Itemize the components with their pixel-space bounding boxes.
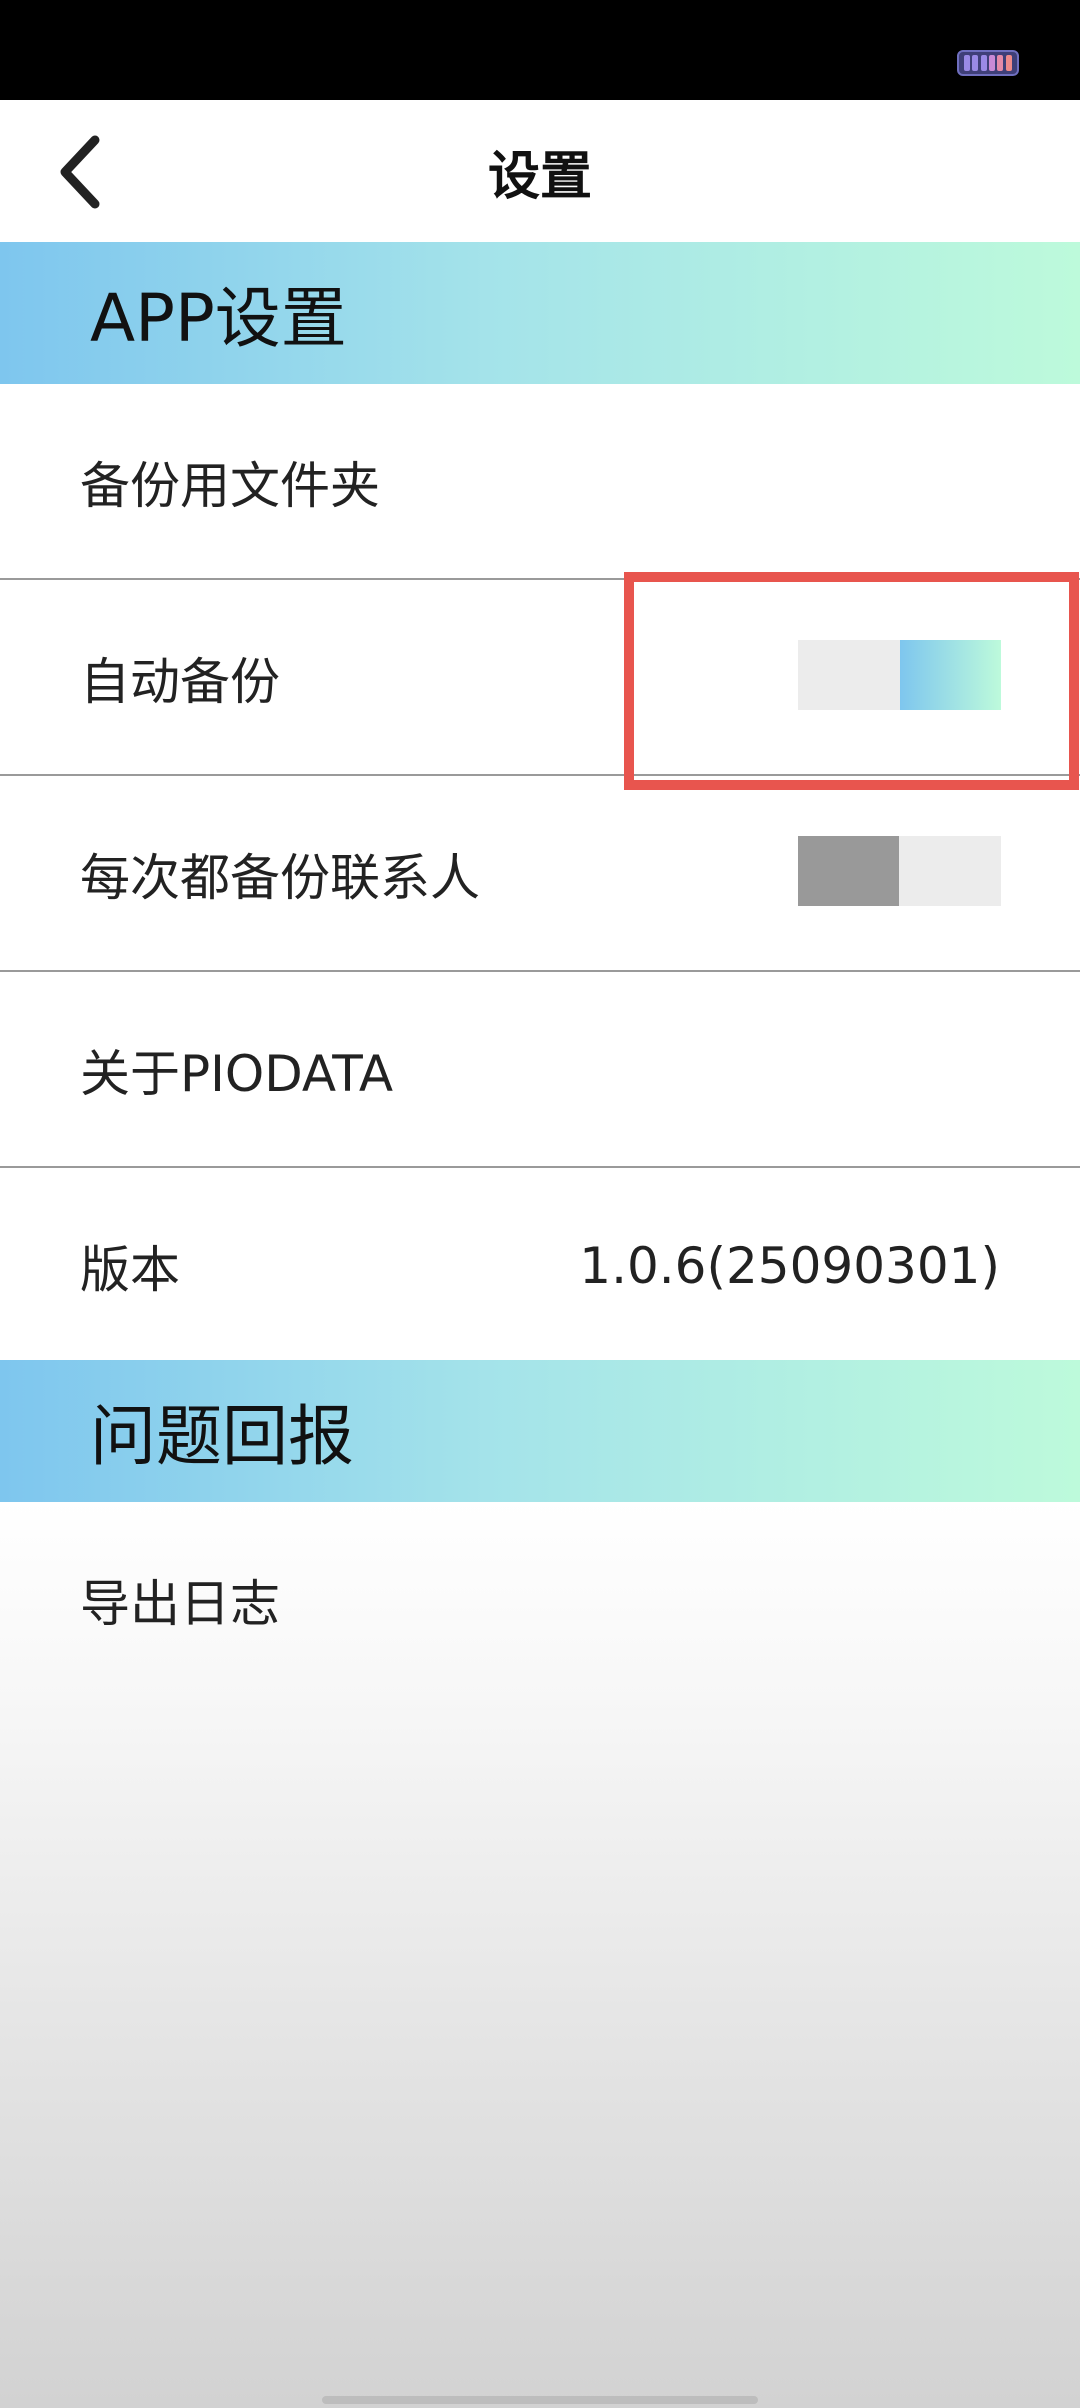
page-title: 设置	[487, 146, 592, 207]
row-backup-folder[interactable]: 备份用文件夹	[0, 384, 1080, 580]
section-header-feedback: 问题回报	[0, 1360, 1080, 1502]
status-bar	[0, 0, 1080, 100]
row-label: 备份用文件夹	[80, 457, 380, 515]
row-label: 关于PIODATA	[80, 1045, 394, 1103]
row-auto-backup: 自动备份	[0, 580, 1080, 776]
row-label: 版本	[80, 1241, 180, 1299]
version-value: 1.0.6(25090301)	[579, 1237, 1000, 1295]
row-version: 版本 1.0.6(25090301)	[0, 1168, 1080, 1364]
backup-contacts-toggle[interactable]	[798, 836, 1001, 906]
row-label: 每次都备份联系人	[80, 849, 480, 907]
auto-backup-toggle[interactable]	[798, 640, 1001, 710]
row-label: 导出日志	[80, 1575, 280, 1633]
section-title: 问题回报	[90, 1398, 354, 1475]
chevron-left-icon	[60, 135, 100, 209]
section-title: APP设置	[90, 280, 347, 357]
row-about[interactable]: 关于PIODATA	[0, 972, 1080, 1168]
toggle-knob	[798, 836, 899, 906]
back-button[interactable]	[40, 122, 120, 222]
battery-icon	[957, 50, 1019, 76]
row-backup-contacts: 每次都备份联系人	[0, 776, 1080, 972]
row-label: 自动备份	[80, 653, 280, 711]
home-indicator[interactable]	[322, 2396, 758, 2404]
row-export-log[interactable]: 导出日志	[0, 1502, 1080, 1698]
toggle-knob	[900, 640, 1001, 710]
header: 设置	[0, 100, 1080, 242]
section-header-app-settings: APP设置	[0, 242, 1080, 384]
